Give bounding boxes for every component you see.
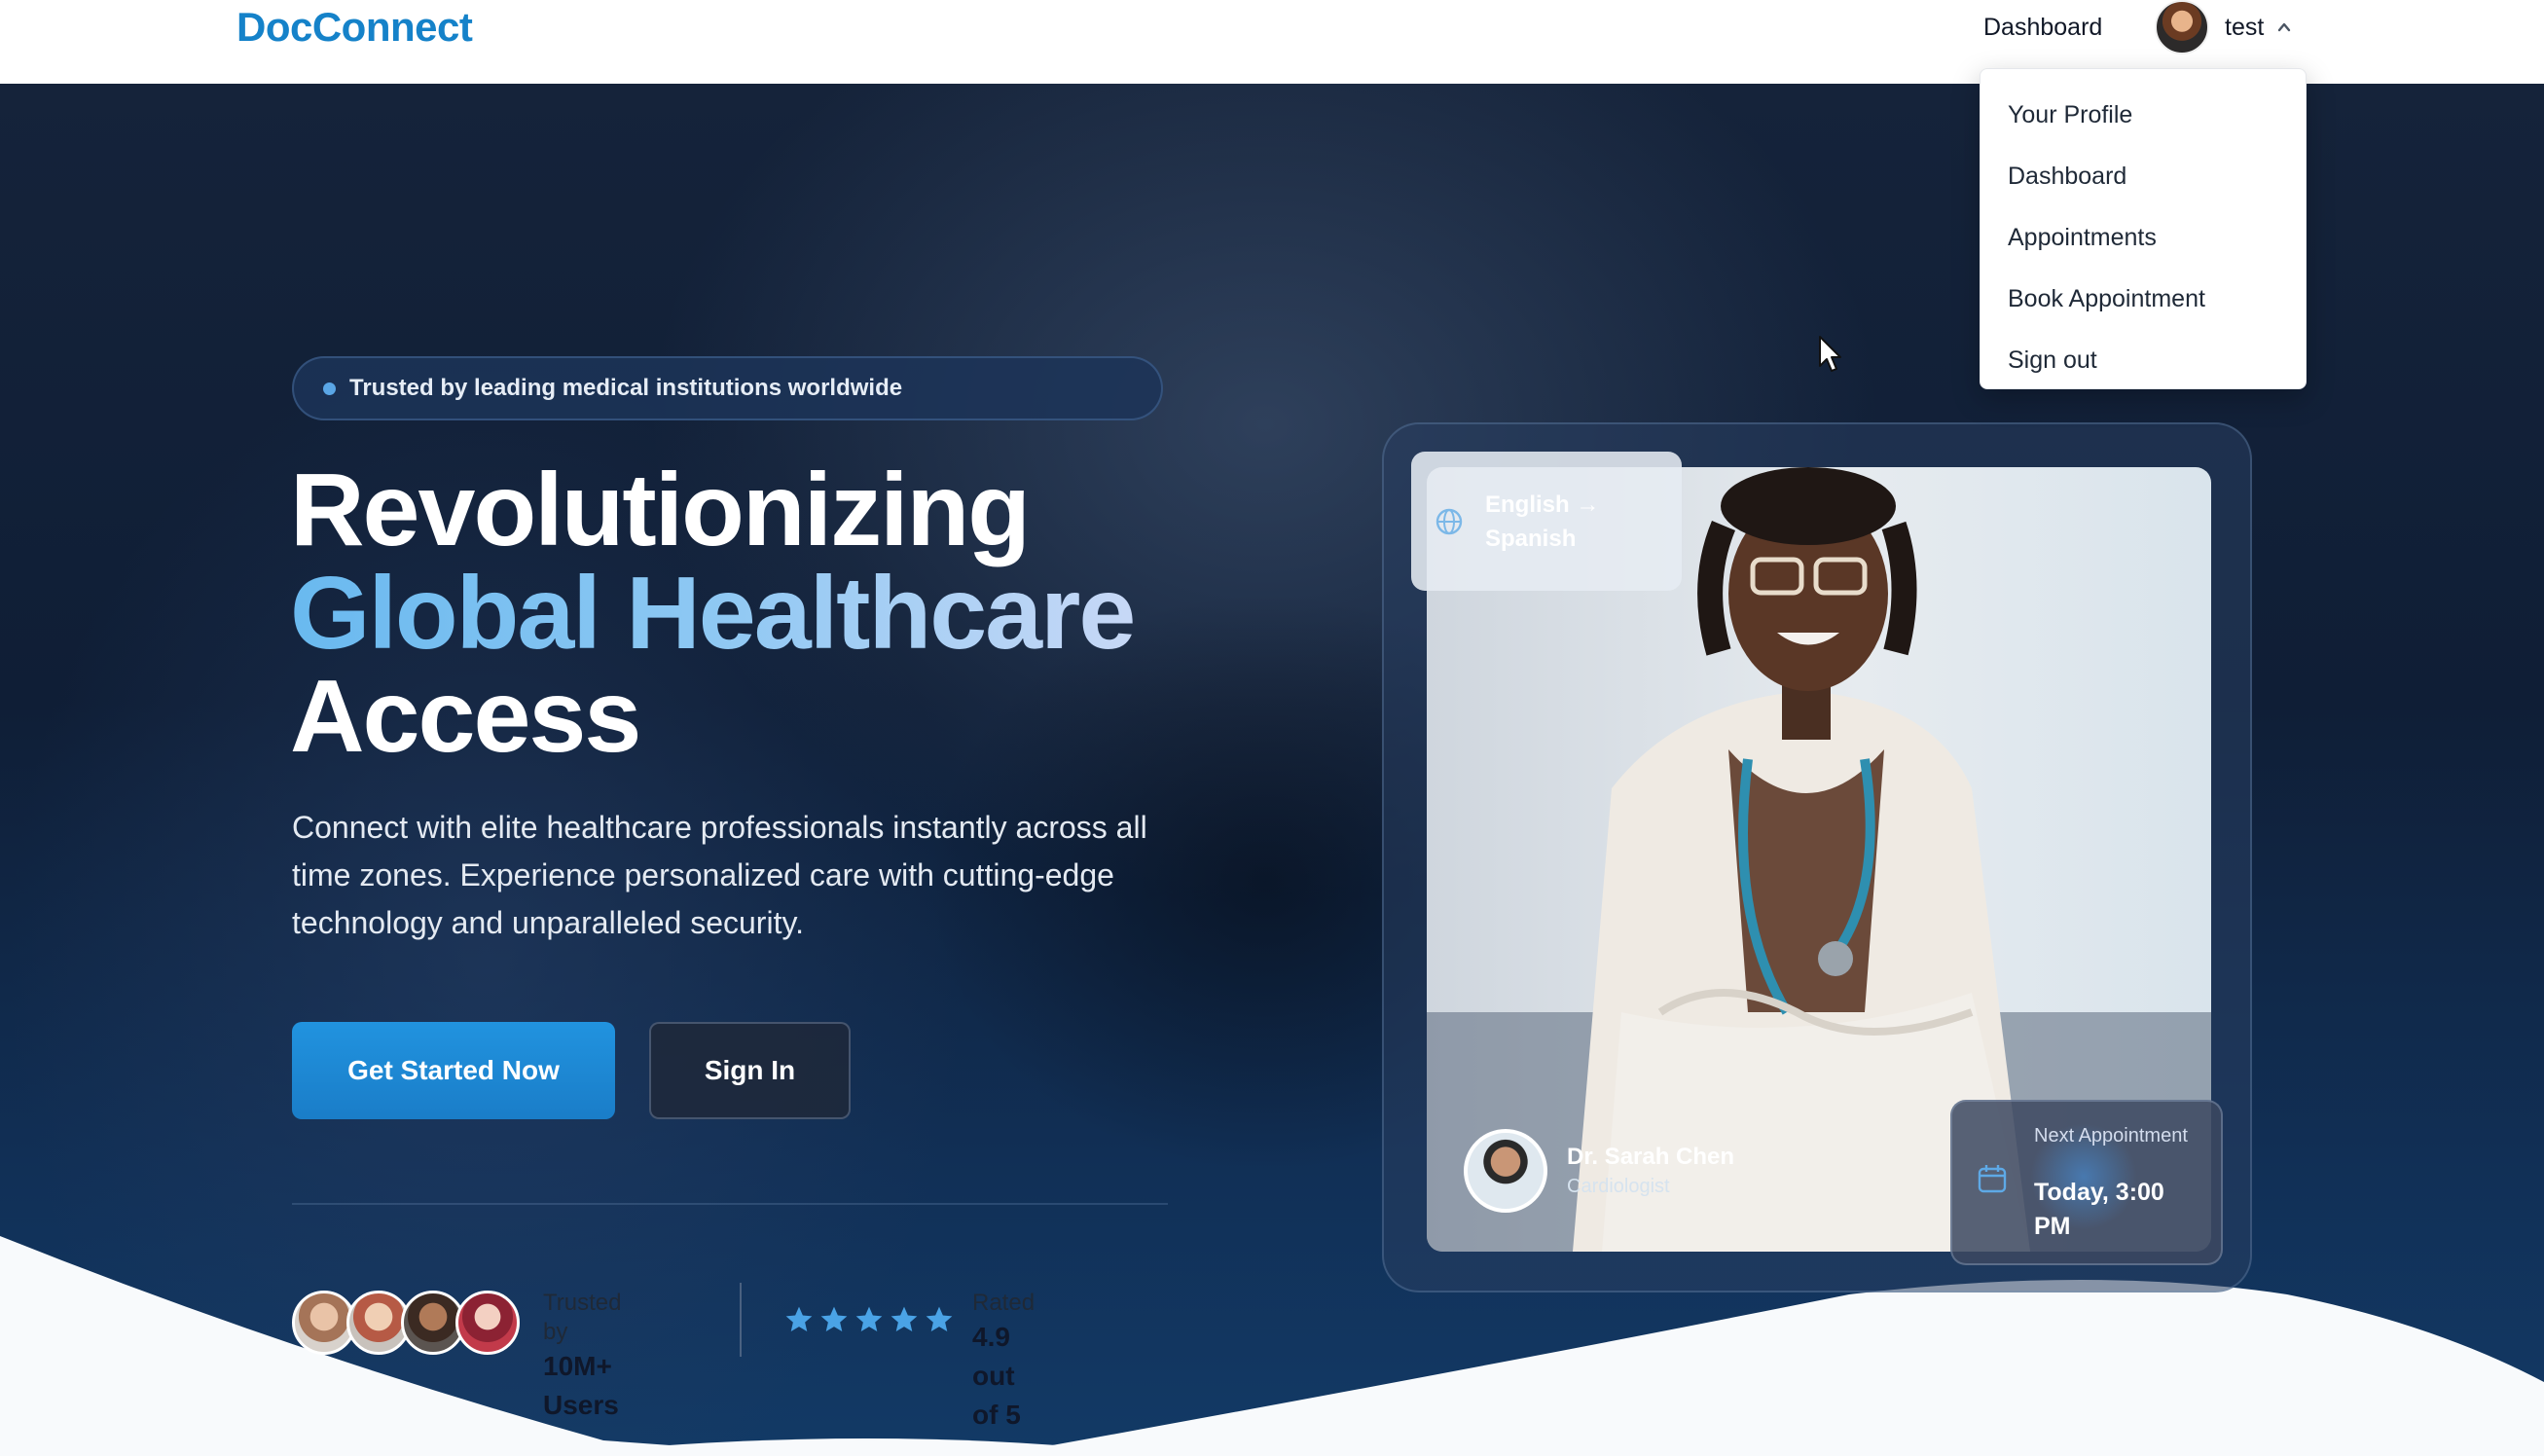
users-value: 10M+ Users: [543, 1351, 619, 1420]
doctor-info: Dr. Sarah Chen Cardiologist: [1464, 1129, 1734, 1213]
rating-stat: Rated 4.9 out of 5: [972, 1289, 1035, 1435]
doctor-avatar: [1464, 1129, 1547, 1213]
headline-line-2: Global Healthcare: [290, 556, 1136, 671]
rating-stars: [783, 1304, 955, 1335]
get-started-button[interactable]: Get Started Now: [292, 1022, 615, 1119]
menu-item-appointments[interactable]: Appointments: [1981, 207, 2306, 269]
users-stat: Trusted by 10M+ Users: [543, 1289, 621, 1425]
hero-headline: Revolutionizing Global Healthcare Access: [290, 453, 1136, 774]
menu-item-your-profile[interactable]: Your Profile: [1981, 85, 2306, 146]
doctor-name: Dr. Sarah Chen: [1567, 1144, 1735, 1170]
rating-value: 4.9 out of 5: [972, 1322, 1021, 1430]
chevron-up-icon: [2278, 22, 2291, 32]
user-dropdown-menu: Your Profile Dashboard Appointments Book…: [1980, 68, 2307, 389]
next-appointment-time: Today, 3:00 PM: [2034, 1179, 2164, 1240]
menu-item-dashboard[interactable]: Dashboard: [1981, 146, 2306, 207]
next-appointment-label: Next Appointment: [2034, 1125, 2188, 1147]
logo[interactable]: DocConnect: [236, 4, 473, 51]
doctor-text: Dr. Sarah Chen Cardiologist: [1567, 1142, 1734, 1200]
star-icon: [855, 1306, 883, 1331]
menu-item-sign-out[interactable]: Sign out: [1981, 330, 2306, 391]
translation-text: English → Spanish: [1485, 491, 1600, 552]
user-avatars: [292, 1291, 526, 1355]
star-icon: [820, 1306, 848, 1331]
doctor-specialty: Cardiologist: [1567, 1176, 1670, 1197]
user-avatar-4: [455, 1291, 520, 1355]
calendar-icon: [1978, 1165, 2007, 1193]
sign-in-button[interactable]: Sign In: [649, 1022, 851, 1119]
nav-dashboard-link[interactable]: Dashboard: [1983, 14, 2102, 42]
star-icon: [926, 1306, 953, 1331]
cursor-icon: [1819, 336, 1841, 372]
hero-description: Connect with elite healthcare profession…: [292, 810, 1147, 940]
headline-line-1: Revolutionizing: [290, 453, 1031, 567]
trust-badge-text: Trusted by leading medical institutions …: [349, 375, 903, 401]
next-appointment-card: Next Appointment Today, 3:00 PM: [1950, 1100, 2223, 1265]
social-proof-separator: [740, 1283, 742, 1357]
globe-icon: [1436, 508, 1463, 534]
star-icon: [890, 1306, 918, 1331]
user-menu-toggle[interactable]: test: [2155, 0, 2310, 55]
users-label: Trusted by: [543, 1290, 622, 1345]
badge-dot: [323, 382, 336, 395]
menu-item-book-appointment[interactable]: Book Appointment: [1981, 269, 2306, 330]
rating-label: Rated: [972, 1290, 1036, 1316]
user-avatar[interactable]: [2155, 0, 2209, 55]
trust-badge: Trusted by leading medical institutions …: [292, 356, 1163, 420]
star-icon: [785, 1306, 813, 1331]
translation-badge: English → Spanish: [1411, 452, 1682, 591]
user-name: test: [2225, 13, 2265, 41]
headline-line-3: Access: [290, 659, 641, 774]
